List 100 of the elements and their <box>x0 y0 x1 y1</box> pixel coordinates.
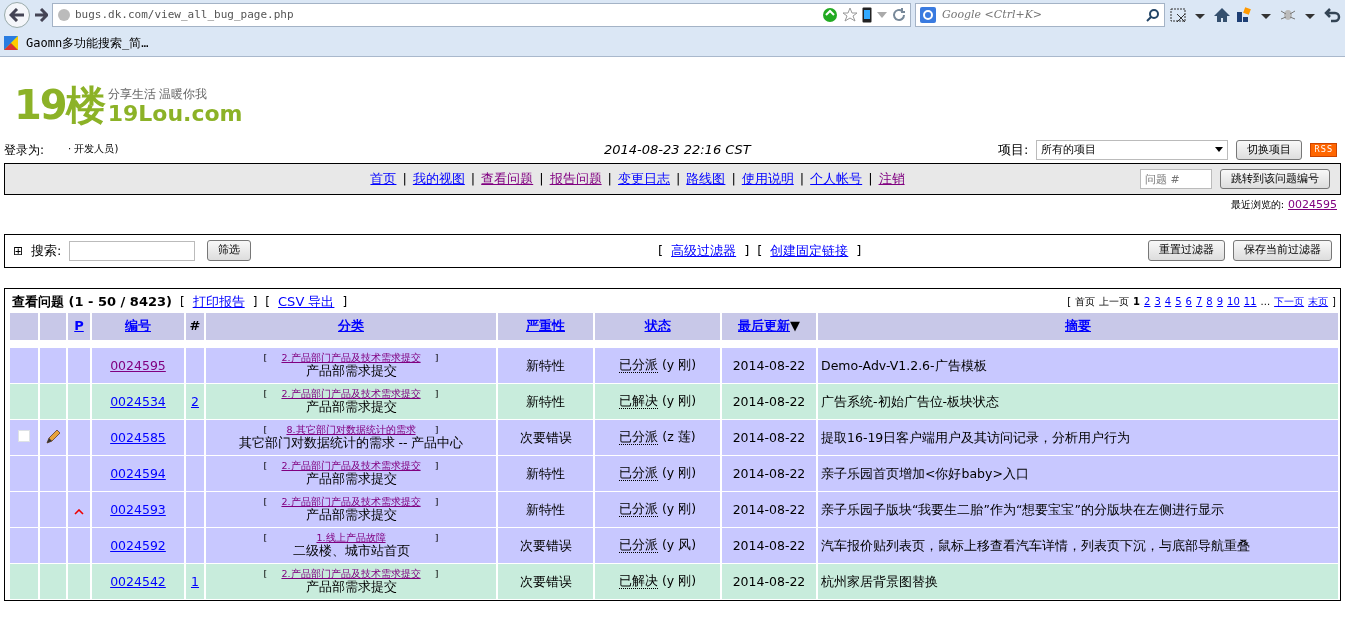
page-link[interactable]: 下一页 <box>1274 294 1305 309</box>
bracket: ] <box>434 459 439 472</box>
category-link[interactable]: 2.产品部门产品及技术需求提交 <box>267 387 435 400</box>
page-link[interactable]: 10 <box>1227 294 1240 309</box>
page-link[interactable]: 8 <box>1206 294 1213 309</box>
sort-link[interactable]: 分类 <box>338 318 364 334</box>
category-link[interactable]: 1.线上产品故障 <box>267 531 435 544</box>
page-link[interactable]: 3 <box>1154 294 1161 309</box>
expand-toggle[interactable]: ⊞ <box>13 241 24 260</box>
filter-action-button[interactable]: 保存当前过滤器 <box>1233 240 1332 261</box>
back-button[interactable] <box>4 2 30 28</box>
nav-link[interactable]: 注销 <box>878 169 905 189</box>
page-link[interactable]: 5 <box>1175 294 1182 309</box>
current-page: 1 <box>1133 295 1141 309</box>
sort-link[interactable]: 严重性 <box>526 318 565 334</box>
category-link[interactable]: 2.产品部门产品及技术需求提交 <box>267 495 435 508</box>
page-link[interactable]: 6 <box>1185 294 1192 309</box>
nav-link[interactable]: 报告问题 <box>549 169 602 189</box>
page-link[interactable]: 11 <box>1243 294 1257 309</box>
switch-project-button[interactable]: 切换项目 <box>1236 139 1303 161</box>
bracket: ] <box>434 567 439 580</box>
forward-arrow-icon[interactable] <box>34 8 48 22</box>
export-link[interactable]: CSV 导出 <box>278 291 335 312</box>
filter-link[interactable]: 高级过滤器 <box>671 240 737 261</box>
summary-cell: 杭州家居背景图替换 <box>818 563 1338 599</box>
nav-link[interactable]: 我的视图 <box>412 169 465 189</box>
page-link[interactable]: 9 <box>1216 294 1224 309</box>
phone-icon[interactable] <box>862 7 872 23</box>
bracket: [ <box>263 531 268 544</box>
sort-arrow: ▼ <box>790 318 800 334</box>
nav-link[interactable]: 查看问题 <box>481 169 534 189</box>
nav-link[interactable]: 变更日志 <box>618 169 670 189</box>
sort-link[interactable]: 摘要 <box>1065 318 1091 334</box>
page-link[interactable]: 2 <box>1144 294 1151 309</box>
page-link[interactable]: 4 <box>1164 294 1172 309</box>
separator: | <box>799 170 805 189</box>
date-time: 2014-08-23 22:16 CST <box>604 141 753 160</box>
bracket: [ <box>263 387 268 400</box>
issue-link[interactable]: 0024595 <box>1288 197 1337 214</box>
reload-icon[interactable] <box>892 8 906 22</box>
issue-number-field[interactable]: 问题 # <box>1140 169 1212 189</box>
severity-cell: 新特性 <box>498 455 593 491</box>
nav-link[interactable]: 使用说明 <box>741 169 794 189</box>
nav-link[interactable]: 路线图 <box>686 169 726 189</box>
issue-link[interactable]: 0024534 <box>110 393 166 409</box>
sort-link[interactable]: P <box>74 318 84 334</box>
export-link[interactable]: 打印报告 <box>192 291 245 312</box>
assignee-name: (y 刚) <box>661 465 697 481</box>
category-link[interactable]: 8.其它部门对数据统计的需求 <box>267 423 435 436</box>
summary-cell: Demo-Adv-V1.2.6-广告模板 <box>818 347 1338 383</box>
project-dropdown[interactable]: 所有的项目 <box>1036 140 1229 160</box>
page-label: 上一页 <box>1099 295 1130 309</box>
notes-count-link[interactable]: 2 <box>191 393 199 409</box>
home-icon[interactable] <box>1213 6 1231 24</box>
issue-link[interactable]: 0024542 <box>110 573 166 589</box>
address-bar[interactable]: bugs.dk.com/view_all_bug_page.php <box>52 3 911 27</box>
issue-link[interactable]: 0024595 <box>110 357 166 373</box>
date-cell: 2014-08-22 <box>722 527 816 563</box>
bookmark-item[interactable]: Gaomn多功能搜索_简… <box>4 34 149 52</box>
tiles-icon[interactable] <box>1235 6 1253 24</box>
search-icon[interactable] <box>1146 8 1160 22</box>
status-text: 已分派 <box>618 465 658 481</box>
jump-to-issue-button[interactable]: 跳转到该问题编号 <box>1220 168 1330 190</box>
severity-cell: 新特性 <box>498 491 593 527</box>
filter-link[interactable]: 创建固定链接 <box>770 240 849 261</box>
status-text: 已分派 <box>618 537 658 553</box>
category-link[interactable]: 2.产品部门产品及技术需求提交 <box>267 567 435 580</box>
notes-count-link[interactable]: 1 <box>191 573 199 589</box>
bracket: ] <box>1332 295 1336 309</box>
issue-link[interactable]: 0024594 <box>110 465 166 481</box>
page-link[interactable]: 末页 <box>1308 294 1329 309</box>
category-link[interactable]: 2.产品部门产品及技术需求提交 <box>267 351 435 364</box>
recent-label: 最近浏览的: <box>1230 198 1284 212</box>
undo-icon[interactable] <box>1323 6 1341 24</box>
bracket: ] <box>434 351 439 364</box>
row-checkbox[interactable] <box>18 429 30 442</box>
sort-link[interactable]: 最后更新 <box>738 318 790 334</box>
sort-link[interactable]: 编号 <box>125 318 151 334</box>
nav-link[interactable]: 首页 <box>370 169 397 189</box>
issue-link[interactable]: 0024592 <box>110 537 166 553</box>
issue-link[interactable]: 0024585 <box>110 429 166 445</box>
search-input[interactable] <box>69 240 196 261</box>
bracket: [ <box>263 459 268 472</box>
pencil-icon[interactable] <box>45 429 61 445</box>
project-name: 产品部需求提交 <box>305 579 397 595</box>
project-name: 产品部需求提交 <box>305 507 397 523</box>
bracket: [ <box>757 241 763 260</box>
separator: | <box>868 170 873 189</box>
issue-link[interactable]: 0024593 <box>110 501 166 517</box>
page-link[interactable]: 7 <box>1195 294 1203 309</box>
search-bar[interactable]: Google <Ctrl+K> <box>915 3 1165 27</box>
category-link[interactable]: 2.产品部门产品及技术需求提交 <box>267 459 435 472</box>
search-engine-icon[interactable] <box>920 7 936 23</box>
screenshot-icon[interactable] <box>1169 6 1187 24</box>
filter-action-button[interactable]: 重置过滤器 <box>1148 240 1225 261</box>
filter-button[interactable]: 筛选 <box>207 240 252 261</box>
login-label: 登录为: <box>4 142 45 159</box>
star-icon[interactable] <box>842 7 858 23</box>
nav-link[interactable]: 个人帐号 <box>810 169 863 189</box>
sort-link[interactable]: 状态 <box>644 318 671 334</box>
